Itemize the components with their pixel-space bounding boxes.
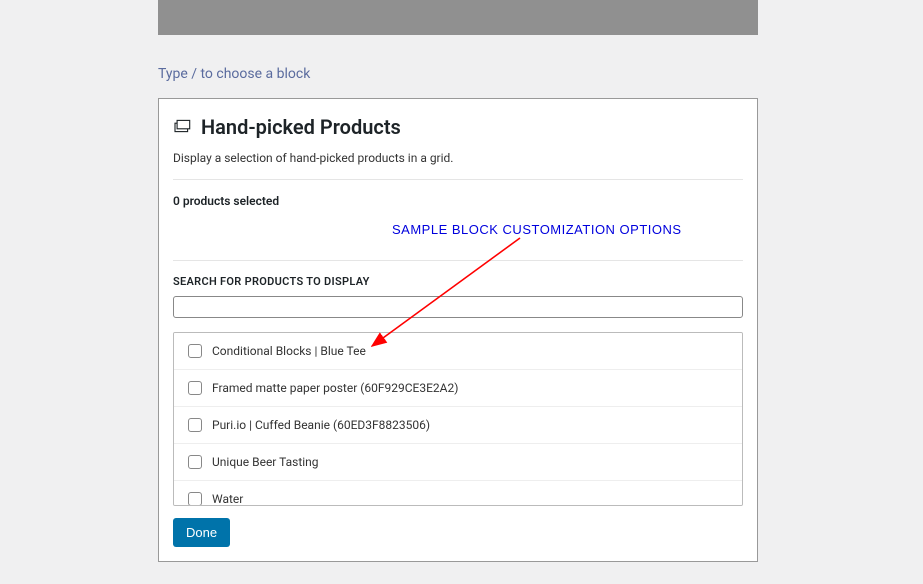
divider [173,260,743,261]
list-item[interactable]: Conditional Blocks | Blue Tee [174,333,742,370]
block-inserter-prompt[interactable]: Type / to choose a block [158,66,310,82]
block-title: Hand-picked Products [201,115,401,139]
search-label: SEARCH FOR PRODUCTS TO DISPLAY [173,275,743,288]
block-description: Display a selection of hand-picked produ… [173,151,743,165]
list-item[interactable]: Water [174,481,742,506]
list-item[interactable]: Framed matte paper poster (60F929CE3E2A2… [174,370,742,407]
product-label: Framed matte paper poster (60F929CE3E2A2… [212,381,458,395]
product-checkbox[interactable] [188,381,202,395]
product-checkbox[interactable] [188,344,202,358]
product-label: Water [212,492,243,506]
search-input[interactable] [173,296,743,318]
product-label: Unique Beer Tasting [212,455,319,469]
product-label: Conditional Blocks | Blue Tee [212,344,366,358]
annotation-text: SAMPLE BLOCK CUSTOMIZATION OPTIONS [392,222,682,237]
list-item[interactable]: Unique Beer Tasting [174,444,742,481]
done-button[interactable]: Done [173,518,230,547]
stack-icon [173,118,191,137]
product-checkbox[interactable] [188,418,202,432]
product-list[interactable]: Conditional Blocks | Blue Tee Framed mat… [173,332,743,506]
product-checkbox[interactable] [188,455,202,469]
list-item[interactable]: Puri.io | Cuffed Beanie (60ED3F8823506) [174,407,742,444]
selected-count: 0 products selected [173,194,743,208]
divider [173,179,743,180]
block-header: Hand-picked Products [173,115,743,139]
header-image [158,0,758,35]
product-label: Puri.io | Cuffed Beanie (60ED3F8823506) [212,418,430,432]
product-checkbox[interactable] [188,492,202,506]
hand-picked-products-block: Hand-picked Products Display a selection… [158,98,758,562]
